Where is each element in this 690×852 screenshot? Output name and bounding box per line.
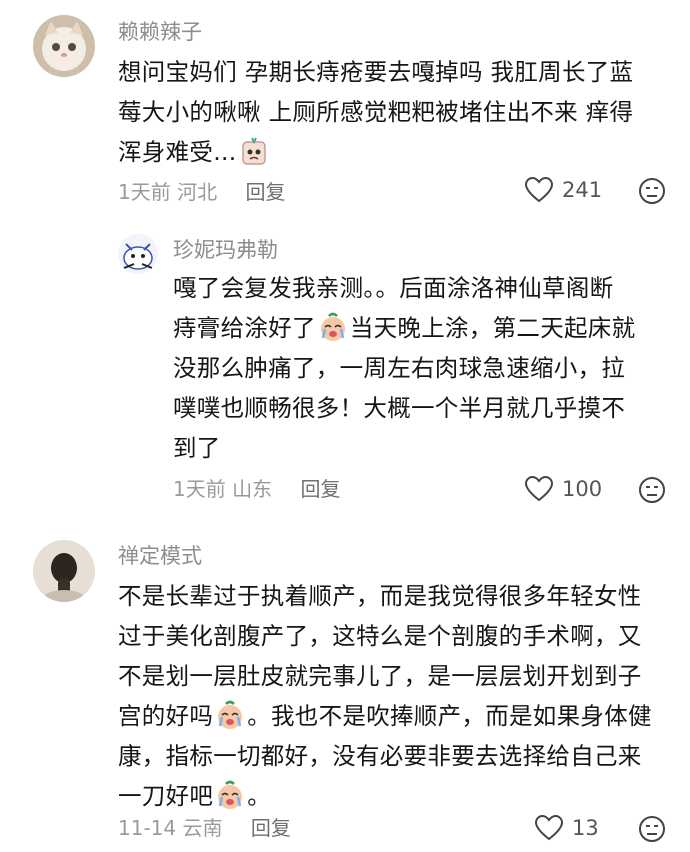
comment-location: 云南 bbox=[182, 816, 223, 840]
heart-outline-icon bbox=[524, 475, 554, 502]
heart-outline-icon bbox=[524, 176, 554, 203]
unhappy-face-icon bbox=[639, 178, 665, 204]
like-button[interactable]: 100 bbox=[524, 475, 602, 503]
reply-button[interactable]: 回复 bbox=[245, 180, 285, 204]
username[interactable]: 赖赖辣子 bbox=[118, 18, 202, 46]
comment-text: 嘎了会复发我亲测。。后面涂洛神仙草阁断 痔膏给涂好了 当天晚上涂，第二天起床就 … bbox=[173, 274, 636, 462]
crying-face-emoji bbox=[215, 700, 245, 730]
like-button[interactable]: 241 bbox=[524, 176, 602, 204]
avatar[interactable] bbox=[33, 15, 95, 77]
avatar[interactable] bbox=[118, 234, 158, 274]
sticker-emoji bbox=[239, 136, 269, 166]
dislike-button[interactable] bbox=[638, 476, 666, 508]
comment-text: 想问宝妈们 孕期长痔疮要去嘎掉吗 我肛周长了蓝 莓大小的啾啾 上厕所感觉粑粑被堵… bbox=[118, 58, 634, 166]
comment-text: 不是长辈过于执着顺产，而是我觉得很多年轻女性 过于美化剖腹产了，这特么是个剖腹的… bbox=[118, 582, 652, 810]
comment-time: 11-14 bbox=[118, 816, 177, 840]
crying-face-emoji bbox=[318, 312, 348, 342]
comment-time: 1天前 bbox=[173, 477, 226, 501]
comment-location: 山东 bbox=[232, 477, 273, 501]
reply-button[interactable]: 回复 bbox=[300, 477, 340, 501]
unhappy-face-icon bbox=[639, 816, 665, 842]
comment-meta: 11-14 云南 回复 bbox=[118, 814, 291, 842]
dislike-button[interactable] bbox=[638, 177, 666, 209]
like-count: 13 bbox=[572, 816, 599, 840]
reply-button[interactable]: 回复 bbox=[251, 816, 291, 840]
dislike-button[interactable] bbox=[638, 815, 666, 847]
heart-outline-icon bbox=[534, 814, 564, 841]
comment-meta: 1天前 山东 回复 bbox=[173, 475, 340, 503]
like-button[interactable]: 13 bbox=[534, 814, 599, 842]
username[interactable]: 珍妮玛弗勒 bbox=[173, 236, 278, 264]
like-count: 241 bbox=[562, 178, 603, 202]
like-count: 100 bbox=[562, 477, 603, 501]
crying-face-emoji bbox=[215, 780, 245, 810]
unhappy-face-icon bbox=[639, 477, 665, 503]
comment-location: 河北 bbox=[177, 180, 218, 204]
username[interactable]: 禅定模式 bbox=[118, 542, 202, 570]
comment-time: 1天前 bbox=[118, 180, 171, 204]
comment-meta: 1天前 河北 回复 bbox=[118, 178, 285, 206]
avatar[interactable] bbox=[33, 540, 95, 602]
